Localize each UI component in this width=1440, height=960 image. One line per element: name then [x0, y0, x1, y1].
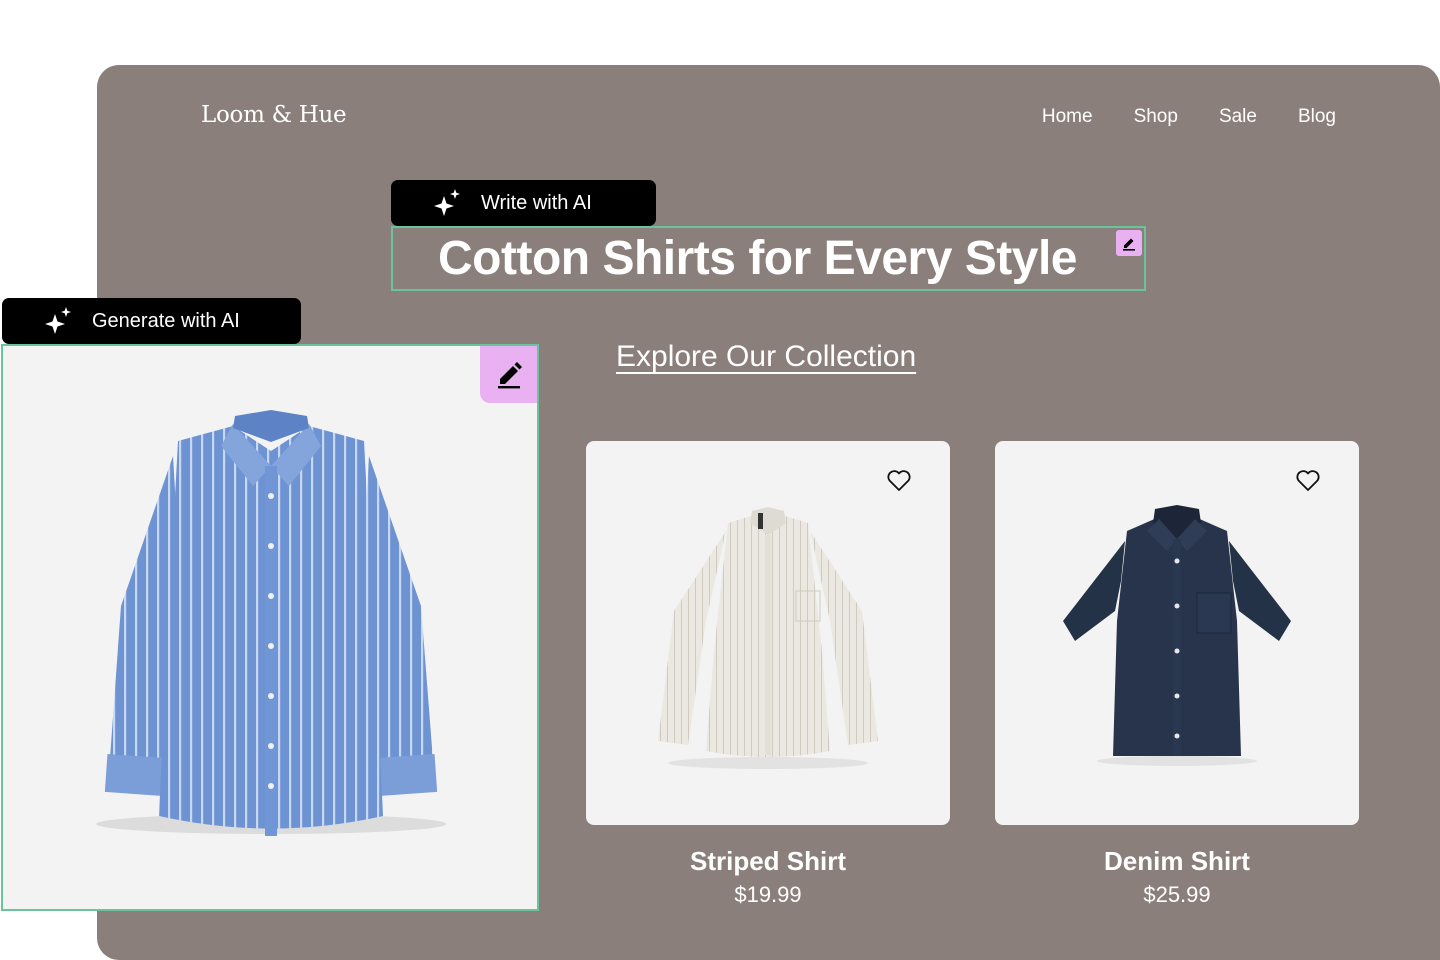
pencil-icon — [1123, 238, 1135, 251]
explore-collection-link[interactable]: Explore Our Collection — [616, 340, 916, 374]
nav-blog[interactable]: Blog — [1298, 106, 1336, 128]
heart-icon[interactable] — [1295, 469, 1321, 493]
sparkle-icon — [434, 189, 460, 216]
product-name-denim[interactable]: Denim Shirt — [995, 846, 1359, 877]
write-with-ai-label: Write with AI — [481, 191, 592, 214]
nav-shop[interactable]: Shop — [1134, 106, 1178, 128]
brand-logo[interactable]: Loom & Hue — [201, 102, 347, 128]
product-price-denim: $25.99 — [1143, 882, 1211, 907]
nav-sale[interactable]: Sale — [1219, 106, 1257, 128]
sparkle-icon — [45, 307, 71, 334]
generate-with-ai-label: Generate with AI — [92, 309, 240, 332]
product-name-striped[interactable]: Striped Shirt — [586, 846, 950, 877]
headline-selection[interactable]: Cotton Shirts for Every Style — [391, 226, 1146, 291]
nav-home[interactable]: Home — [1042, 106, 1093, 128]
generate-with-ai-button[interactable]: Generate with AI — [2, 298, 301, 344]
hero-product-image[interactable] — [1, 344, 539, 911]
write-with-ai-button[interactable]: Write with AI — [391, 180, 656, 226]
product-price-striped: $19.99 — [734, 882, 802, 907]
hero-headline[interactable]: Cotton Shirts for Every Style — [438, 231, 1099, 286]
edit-image-button[interactable] — [480, 346, 537, 403]
product-card-denim[interactable] — [995, 441, 1359, 825]
pencil-icon — [497, 361, 522, 388]
denim-shirt-image — [1063, 505, 1291, 766]
heart-icon[interactable] — [886, 469, 912, 493]
blue-striped-shirt-image — [96, 410, 446, 836]
main-nav: Home Shop Sale Blog — [1042, 106, 1336, 128]
edit-headline-button[interactable] — [1116, 230, 1142, 256]
white-striped-shirt-image — [658, 507, 878, 769]
product-card-striped[interactable] — [586, 441, 950, 825]
